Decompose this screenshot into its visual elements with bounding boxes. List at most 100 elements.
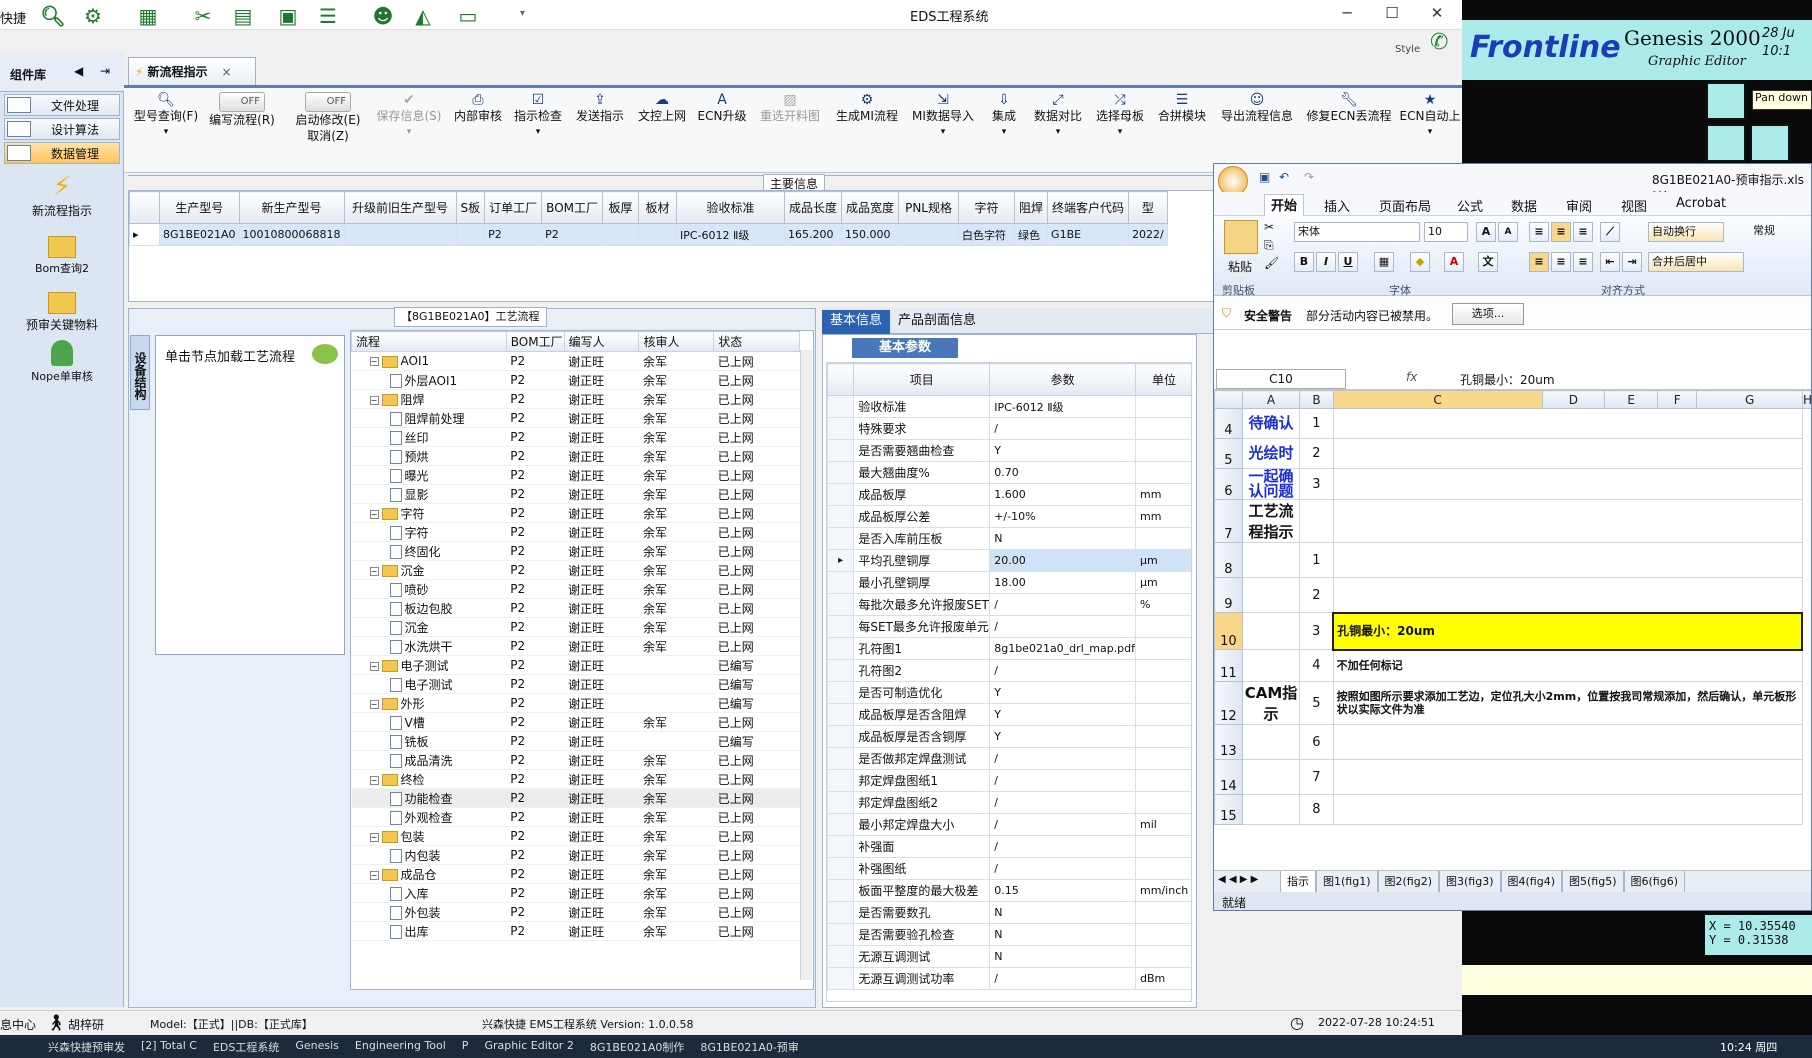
sheet-nav-icon[interactable]: ◀ ◀ ▶ ▶: [1218, 874, 1258, 885]
cell[interactable]: P2: [541, 223, 603, 246]
gear-icon[interactable]: ⚙: [80, 3, 106, 29]
redo-icon[interactable]: ↷: [1304, 170, 1314, 184]
param-cell[interactable]: Y: [989, 681, 1137, 704]
cell-b[interactable]: [1299, 499, 1334, 543]
param-cell[interactable]: Y: [989, 725, 1137, 748]
col-header[interactable]: 板厚: [602, 191, 639, 224]
font-name-select[interactable]: 宋体: [1294, 222, 1420, 242]
param-cell[interactable]: /: [989, 835, 1137, 858]
tree-row[interactable]: − 外形 P2 谢正旺 已编写: [351, 693, 800, 713]
table-row[interactable]: 是否可制造优化 Y: [827, 681, 1191, 704]
row-header[interactable]: 15: [1214, 794, 1243, 825]
tree-row[interactable]: − 字符 P2 谢正旺 余军 已上网: [351, 503, 800, 523]
wrap-text-button[interactable]: 自动换行: [1648, 222, 1724, 242]
list-icon[interactable]: ☰: [315, 3, 341, 29]
collapse-icon[interactable]: −: [369, 832, 379, 842]
table-row[interactable]: 成品板厚 1.600 mm: [827, 483, 1191, 506]
write-flow-toggle[interactable]: OFF 编写流程(R): [206, 92, 278, 128]
tree-row[interactable]: 铣板 P2 谢正旺 已编写: [351, 731, 800, 751]
tree-row[interactable]: − 电子测试 P2 谢正旺 已编写: [351, 655, 800, 675]
tree-row[interactable]: 阻焊前处理 P2 谢正旺 余军 已上网: [351, 408, 800, 428]
cell[interactable]: 150.000: [841, 223, 900, 246]
cell-c[interactable]: [1332, 438, 1803, 469]
param-cell[interactable]: /: [989, 417, 1137, 440]
table-row[interactable]: 每SET最多允许报废单元 /: [827, 615, 1191, 638]
table-row[interactable]: 板面平整度的最大极差 0.15 mm/inch: [827, 879, 1191, 902]
col-unit[interactable]: 单位: [1135, 363, 1191, 396]
cell[interactable]: [898, 223, 960, 246]
column-header[interactable]: G: [1696, 390, 1803, 409]
repair-ecn-button[interactable]: 🔧︎ 修复ECN丢流程: [1304, 92, 1394, 124]
param-cell[interactable]: N: [989, 527, 1137, 550]
tab-insert[interactable]: 插入: [1324, 196, 1350, 215]
col-header[interactable]: 终端客户代码: [1047, 191, 1130, 224]
pan-up-button[interactable]: [1706, 82, 1746, 120]
cell-c[interactable]: [1332, 759, 1803, 795]
cell-a[interactable]: 一起确认问题: [1241, 468, 1301, 500]
col-header[interactable]: 订单工厂: [484, 191, 543, 224]
col-header[interactable]: 字符: [958, 191, 1016, 224]
grid-icon[interactable]: ▦: [135, 3, 161, 29]
tree-row[interactable]: − 终检 P2 谢正旺 余军 已上网: [351, 769, 800, 789]
underline-button[interactable]: U: [1338, 252, 1358, 272]
paste-button[interactable]: 粘贴: [1228, 258, 1252, 275]
shrink-font-icon[interactable]: A: [1498, 222, 1518, 242]
param-cell[interactable]: 18.00: [989, 571, 1137, 594]
taskbar-item[interactable]: 8G1BE021A0制作: [582, 1035, 693, 1058]
param-cell[interactable]: /: [989, 659, 1137, 682]
tree-row[interactable]: 终固化 P2 谢正旺 余军 已上网: [351, 541, 800, 561]
cell-b[interactable]: 3: [1299, 612, 1334, 650]
table-row[interactable]: 补强面 /: [827, 835, 1191, 858]
cell-b[interactable]: 7: [1299, 759, 1334, 795]
tree-row[interactable]: 外观检查 P2 谢正旺 余军 已上网: [351, 807, 800, 827]
cell[interactable]: 8G1BE021A0: [159, 223, 240, 246]
border-icon[interactable]: ▦: [1374, 252, 1394, 272]
param-cell[interactable]: /: [989, 967, 1137, 990]
row-header[interactable]: 12: [1214, 681, 1243, 725]
cell-c[interactable]: [1332, 577, 1803, 613]
tab-basic-params[interactable]: 基本参数: [852, 338, 958, 358]
info-center-label[interactable]: 息中心: [0, 1016, 36, 1033]
col-header[interactable]: 板材: [638, 191, 677, 224]
table-row[interactable]: 最小孔壁铜厚 18.00 μm: [827, 571, 1191, 594]
pan-left-button[interactable]: [1706, 124, 1746, 162]
tree-row[interactable]: 预烘 P2 谢正旺 余军 已上网: [351, 446, 800, 466]
col-flow[interactable]: 流程: [351, 331, 507, 352]
cell[interactable]: [602, 223, 639, 246]
tab-profile-info[interactable]: 产品剖面信息: [890, 310, 984, 334]
table-row[interactable]: 无源互调测试 N: [827, 945, 1191, 968]
taskbar-item[interactable]: P: [454, 1035, 477, 1058]
tree-scrollbar[interactable]: [800, 350, 812, 980]
col-header[interactable]: 验收标准: [676, 191, 785, 224]
cut-icon[interactable]: ✂: [1264, 220, 1274, 234]
lib-tab-file[interactable]: 文件处理: [4, 94, 120, 116]
instruction-check-button[interactable]: ☑ 指示检查 ▾: [510, 92, 566, 140]
tree-row[interactable]: V槽 P2 谢正旺 余军 已上网: [351, 712, 800, 732]
cell-c[interactable]: [1332, 724, 1803, 760]
param-cell[interactable]: 20.00: [989, 549, 1137, 572]
tree-row[interactable]: 丝印 P2 谢正旺 余军 已上网: [351, 427, 800, 447]
pan-down-button[interactable]: [1750, 124, 1790, 162]
table-row[interactable]: 邦定焊盘图纸2/: [827, 791, 1191, 814]
chart-icon[interactable]: ◭: [410, 3, 436, 29]
cell-b[interactable]: 6: [1299, 724, 1334, 760]
param-cell[interactable]: /: [989, 813, 1137, 836]
side-tab-equipment[interactable]: 设备结构: [130, 335, 150, 410]
tab-basic-info[interactable]: 基本信息: [822, 310, 891, 334]
param-cell[interactable]: Y: [989, 703, 1137, 726]
table-row[interactable]: 成品板厚是否含铜厚 Y: [827, 725, 1191, 748]
tab-new-flow[interactable]: ⚡ 新流程指示 ×: [128, 57, 256, 85]
column-header[interactable]: H: [1801, 390, 1811, 409]
col-header[interactable]: 型: [1128, 191, 1168, 224]
cell[interactable]: 2022/: [1128, 223, 1168, 246]
tree-row[interactable]: 喷砂 P2 谢正旺 余军 已上网: [351, 579, 800, 599]
tab-acrobat[interactable]: Acrobat: [1676, 196, 1726, 211]
export-flow-button[interactable]: ☺ 导出流程信息: [1214, 92, 1300, 124]
tree-row[interactable]: 字符 P2 谢正旺 余军 已上网: [351, 522, 800, 542]
sheet-tab[interactable]: 图1(fig1): [1316, 871, 1378, 893]
tree-row[interactable]: 水洗烘干 P2 谢正旺 余军 已上网: [351, 636, 800, 656]
param-cell[interactable]: +/-10%: [989, 505, 1137, 528]
phonetic-icon[interactable]: 文: [1478, 252, 1498, 272]
sheet-tab[interactable]: 指示: [1280, 871, 1316, 893]
column-header[interactable]: D: [1541, 390, 1606, 409]
